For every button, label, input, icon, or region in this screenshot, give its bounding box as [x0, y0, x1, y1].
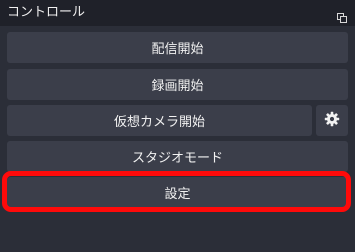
studio-mode-button[interactable]: スタジオモード [7, 141, 348, 172]
start-recording-button[interactable]: 録画開始 [7, 69, 348, 100]
dock-title: コントロール [7, 5, 86, 20]
start-streaming-button[interactable]: 配信開始 [7, 32, 348, 63]
settings-label: 設定 [164, 187, 191, 202]
start-streaming-label: 配信開始 [151, 42, 204, 57]
start-virtual-camera-button[interactable]: 仮想カメラ開始 [7, 105, 312, 136]
controls-dock: コントロール 配信開始 録画開始 仮想カメラ開始 スタジオモード 設定 [0, 0, 355, 252]
settings-button[interactable]: 設定 [7, 177, 348, 208]
dock-titlebar: コントロール [0, 0, 355, 26]
studio-mode-label: スタジオモード [131, 151, 223, 166]
start-recording-label: 録画開始 [151, 79, 204, 94]
gear-icon [324, 111, 340, 131]
start-virtual-camera-label: 仮想カメラ開始 [113, 115, 205, 130]
virtual-camera-settings-button[interactable] [316, 105, 348, 136]
undock-icon[interactable] [337, 8, 347, 23]
